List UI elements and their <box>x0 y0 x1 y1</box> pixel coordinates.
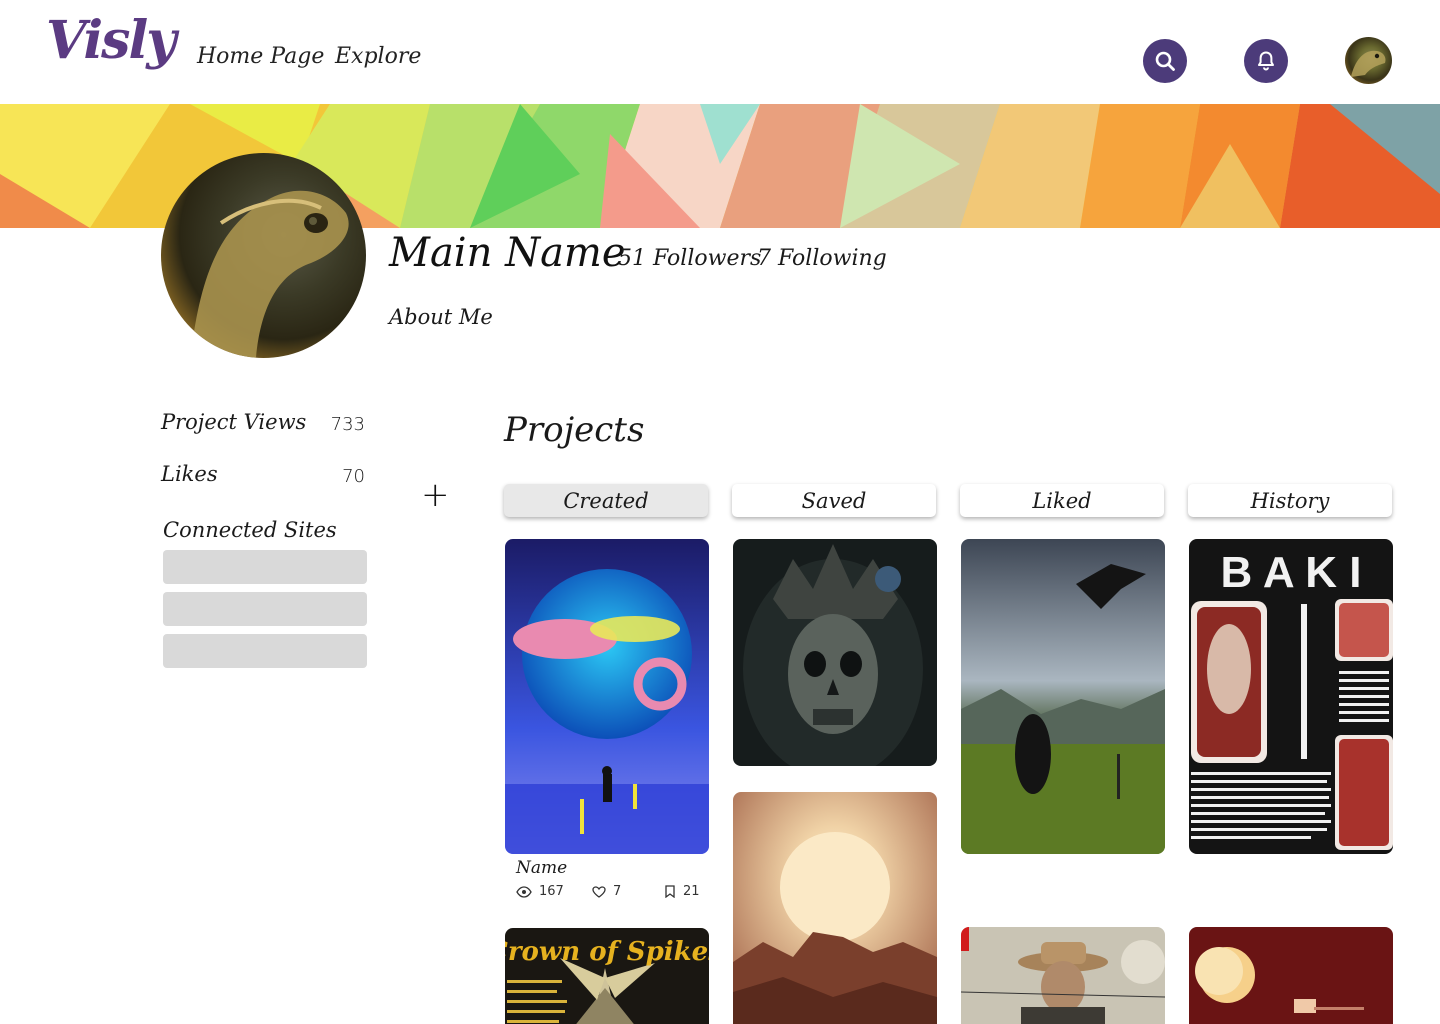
project-likes[interactable]: 7 <box>592 884 621 899</box>
connected-site-slot[interactable] <box>163 550 367 584</box>
connected-site-slot[interactable] <box>163 592 367 626</box>
project-thumbnail-crown-of-spikes[interactable]: Crown of Spikes <box>505 928 709 1024</box>
connected-sites-label: Connected Sites <box>163 518 337 542</box>
eye-icon <box>516 885 532 898</box>
user-avatar[interactable] <box>1345 37 1392 84</box>
profile-avatar[interactable] <box>161 153 366 358</box>
about-me-link[interactable]: About Me <box>389 305 493 329</box>
nav-home-link[interactable]: Home Page <box>197 44 324 69</box>
add-project-button[interactable]: + <box>421 478 450 512</box>
poster-title: B A K I <box>1221 548 1362 597</box>
project-thumbnail-cowboy[interactable] <box>961 927 1165 1024</box>
project-saves[interactable]: 21 <box>664 884 700 899</box>
project-views: 167 <box>516 884 564 899</box>
tab-created[interactable]: Created <box>504 484 708 517</box>
views-count: 167 <box>539 884 564 899</box>
project-thumbnail-dark-rider[interactable] <box>961 539 1165 854</box>
project-name[interactable]: Name <box>516 858 567 878</box>
heart-icon <box>592 885 606 898</box>
project-thumbnail-red-moon[interactable] <box>1189 927 1393 1024</box>
nav-explore-link[interactable]: Explore <box>335 44 421 69</box>
following-count[interactable]: 7 Following <box>757 246 887 271</box>
stat-project-views-label: Project Views <box>161 410 307 434</box>
tab-history[interactable]: History <box>1188 484 1392 517</box>
project-thumbnail-skull-king[interactable] <box>733 539 937 766</box>
project-thumbnail-chameleon[interactable] <box>505 539 709 854</box>
bookmark-icon <box>665 885 675 898</box>
poster-title: Crown of Spikes <box>505 937 709 967</box>
top-navigation-bar: Visly Home Page Explore <box>0 0 1440 104</box>
app-logo[interactable]: Visly <box>46 10 176 71</box>
notifications-button[interactable] <box>1244 39 1288 83</box>
search-button[interactable] <box>1143 39 1187 83</box>
followers-count[interactable]: 51 Followers <box>618 246 761 271</box>
tab-saved[interactable]: Saved <box>732 484 936 517</box>
saves-count: 21 <box>683 884 700 899</box>
stat-likes-label: Likes <box>161 462 218 486</box>
bell-icon <box>1258 51 1274 71</box>
likes-count: 7 <box>613 884 622 899</box>
tab-liked[interactable]: Liked <box>960 484 1164 517</box>
projects-title: Projects <box>504 410 645 450</box>
search-icon <box>1155 51 1175 71</box>
profile-name: Main Name <box>389 230 626 276</box>
project-thumbnail-desert-sun[interactable] <box>733 792 937 1024</box>
stat-likes-value: 70 <box>342 466 365 487</box>
connected-site-slot[interactable] <box>163 634 367 668</box>
stat-project-views-value: 733 <box>330 414 365 435</box>
project-thumbnail-baki[interactable]: B A K I <box>1189 539 1393 854</box>
